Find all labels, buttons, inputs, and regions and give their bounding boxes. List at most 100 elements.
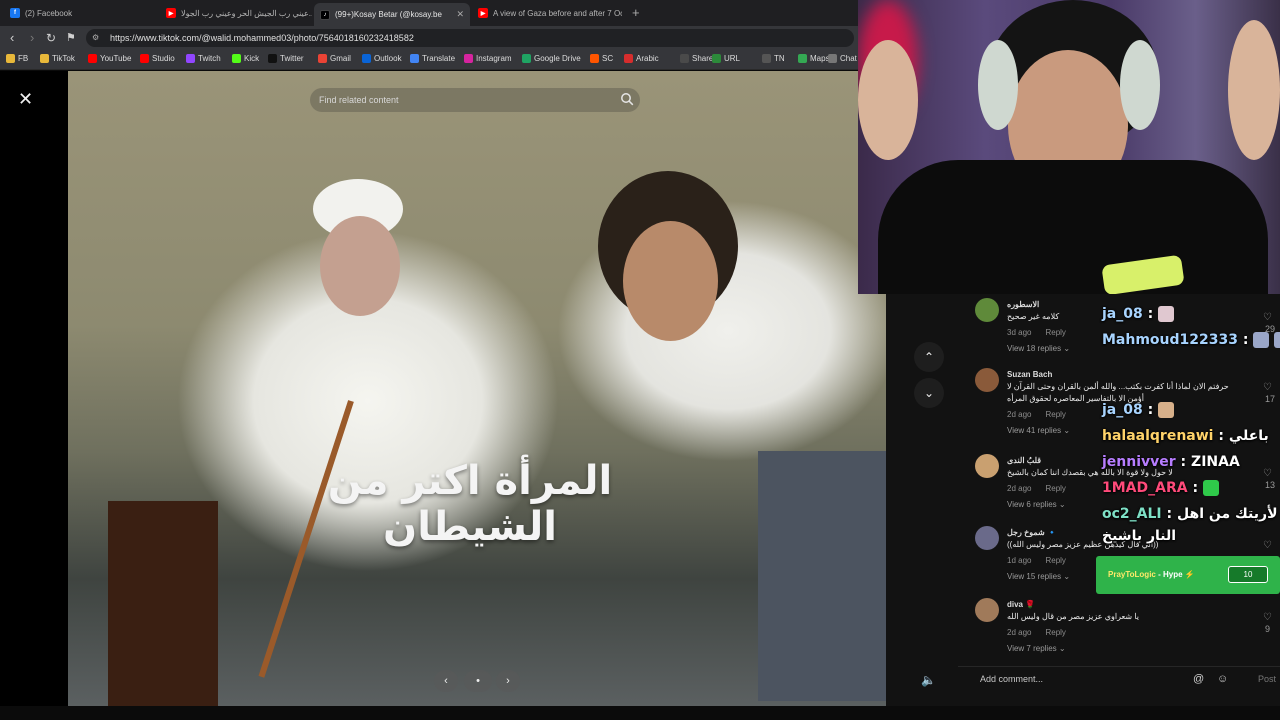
- hoodie-shape: [878, 160, 1268, 294]
- heart-icon[interactable]: ♡: [1263, 382, 1272, 393]
- bookmark-label: Translate: [422, 54, 456, 63]
- bookmark-gmail[interactable]: Gmail: [318, 54, 351, 63]
- chat-separator: :: [1142, 402, 1159, 418]
- view-replies-button[interactable]: View 41 replies ⌄: [1007, 426, 1070, 435]
- new-tab-button[interactable]: +: [632, 5, 640, 20]
- tab-tiktok[interactable]: ♪ (99+)Kosay Betar (@kosay.be ✕: [314, 3, 470, 26]
- table-shape: [108, 501, 218, 706]
- back-icon[interactable]: ‹: [10, 30, 14, 46]
- comment-author[interactable]: Suzan Bach: [1007, 370, 1052, 379]
- reply-button[interactable]: Reply: [1045, 556, 1065, 565]
- chat-username[interactable]: Mahmoud122333: [1102, 332, 1238, 348]
- avatar[interactable]: [975, 298, 999, 322]
- view-replies-button[interactable]: View 6 replies ⌄: [1007, 500, 1066, 509]
- chat-username[interactable]: 1MAD_ARA: [1102, 480, 1188, 496]
- avatar[interactable]: [975, 454, 999, 478]
- bookmark-label: Share: [692, 54, 714, 63]
- post-button[interactable]: Post: [1258, 674, 1276, 684]
- chat-text: ZINAA: [1191, 454, 1240, 470]
- bookmark-tiktok[interactable]: TikTok: [40, 54, 75, 63]
- tab-facebook[interactable]: f (2) Facebook: [4, 3, 160, 23]
- bookmark-twitter[interactable]: Twitter: [268, 54, 304, 63]
- chat-username[interactable]: ja_08: [1102, 402, 1143, 418]
- bookmark-google-drive[interactable]: Google Drive: [522, 54, 581, 63]
- mention-icon[interactable]: @: [1193, 673, 1204, 685]
- chat-message: oc2_ALI : والله اني لأريتك من اهل: [1102, 506, 1280, 522]
- bookmark-share[interactable]: Share: [680, 54, 713, 63]
- reload-icon[interactable]: ↻: [46, 30, 56, 46]
- close-tab-icon[interactable]: ✕: [456, 9, 464, 20]
- comment-meta: 3d ago Reply: [1007, 328, 1066, 337]
- avatar[interactable]: [975, 526, 999, 550]
- volume-icon[interactable]: 🔈: [921, 673, 936, 687]
- comment-meta: 1d ago Reply: [1007, 556, 1066, 565]
- bookmark-studio[interactable]: Studio: [140, 54, 175, 63]
- comment-meta: 2d ago Reply: [1007, 484, 1066, 493]
- chat-message: ja_08 :: [1102, 402, 1175, 418]
- avatar[interactable]: [975, 598, 999, 622]
- bookmark-sc[interactable]: SC: [590, 54, 613, 63]
- next-photo-button[interactable]: ›: [496, 670, 520, 692]
- youtube-icon: ▶: [166, 8, 176, 18]
- photo-post[interactable]: [68, 71, 886, 706]
- chat-username[interactable]: halaalqrenawi: [1102, 428, 1213, 444]
- chat-username[interactable]: jennivver: [1102, 454, 1176, 470]
- heart-icon[interactable]: ♡: [1263, 468, 1272, 479]
- taskbar-strip: [0, 706, 1280, 720]
- facebook-icon: f: [10, 8, 20, 18]
- site-info-icon[interactable]: ⚙: [92, 33, 99, 42]
- tab-youtube-2[interactable]: ▶ A view of Gaza before and after 7 Oc: [472, 3, 622, 23]
- reply-button[interactable]: Reply: [1045, 628, 1065, 637]
- bookmark-fb[interactable]: FB: [6, 54, 28, 63]
- bookmark-maps[interactable]: Maps: [798, 54, 830, 63]
- chevron-down-icon[interactable]: ⌄: [914, 378, 944, 408]
- close-viewer-icon[interactable]: ✕: [18, 89, 33, 110]
- bookmark-kick[interactable]: Kick: [232, 54, 259, 63]
- view-replies-button[interactable]: View 7 replies ⌄: [1007, 644, 1066, 653]
- prev-photo-button[interactable]: ‹: [434, 670, 458, 692]
- bookmark-translate[interactable]: Translate: [410, 54, 455, 63]
- chat-username[interactable]: ja_08: [1102, 306, 1143, 322]
- bookmark-youtube[interactable]: YouTube: [88, 54, 131, 63]
- comment-text: كلامه غير صحيح: [1007, 312, 1060, 321]
- heart-icon[interactable]: ♡: [1263, 540, 1272, 551]
- comment-author[interactable]: شموخ رجل 🔹: [1007, 528, 1057, 537]
- comment-author[interactable]: الاسطوره: [1007, 300, 1039, 309]
- tiktok-icon: [40, 54, 49, 63]
- comment-author[interactable]: diva 🌹: [1007, 600, 1035, 609]
- emoji-icon[interactable]: ☺: [1217, 673, 1228, 685]
- browser-tab-bar: f (2) Facebook ▶ عيني رب الجيش الحر وعين…: [0, 0, 858, 26]
- hype-count: 10: [1228, 566, 1268, 583]
- add-comment-input[interactable]: Add comment...: [980, 674, 1043, 684]
- chat-message: halaalqrenawi : باعلي: [1102, 428, 1269, 444]
- url-icon: [712, 54, 721, 63]
- url-field[interactable]: https://www.tiktok.com/@walid.mohammed03…: [86, 29, 854, 47]
- bookmark-arabic[interactable]: Arabic: [624, 54, 659, 63]
- bookmark-outlook[interactable]: Outlook: [362, 54, 402, 63]
- bookmark-chat[interactable]: Chat: [828, 54, 857, 63]
- bookmark-icon[interactable]: ⚑: [66, 30, 76, 46]
- bookmark-twitch[interactable]: Twitch: [186, 54, 221, 63]
- reply-button[interactable]: Reply: [1045, 410, 1065, 419]
- tab-youtube-1[interactable]: ▶ عيني رب الجيش الحر وعيني رب الجولا...: [160, 3, 312, 23]
- studio-icon: [140, 54, 149, 63]
- view-replies-button[interactable]: View 15 replies ⌄: [1007, 572, 1070, 581]
- forward-icon[interactable]: ›: [30, 30, 34, 46]
- search-icon[interactable]: [620, 92, 634, 106]
- reply-button[interactable]: Reply: [1045, 484, 1065, 493]
- reply-button[interactable]: Reply: [1045, 328, 1065, 337]
- heart-icon[interactable]: ♡: [1263, 312, 1272, 323]
- search-input[interactable]: Find related content: [310, 88, 640, 112]
- bookmark-tn[interactable]: TN: [762, 54, 785, 63]
- bookmark-url[interactable]: URL: [712, 54, 740, 63]
- avatar[interactable]: [975, 368, 999, 392]
- chat-username[interactable]: oc2_ALI: [1102, 506, 1162, 522]
- chat-text: باعلي: [1228, 428, 1269, 444]
- heart-icon[interactable]: ♡: [1263, 612, 1272, 623]
- bookmark-instagram[interactable]: Instagram: [464, 54, 512, 63]
- view-replies-button[interactable]: View 18 replies ⌄: [1007, 344, 1070, 353]
- chair-shape: [758, 451, 886, 701]
- left-margin: [0, 71, 68, 706]
- comment-author[interactable]: قلبُ الندى: [1007, 456, 1041, 465]
- chevron-up-icon[interactable]: ⌃: [914, 342, 944, 372]
